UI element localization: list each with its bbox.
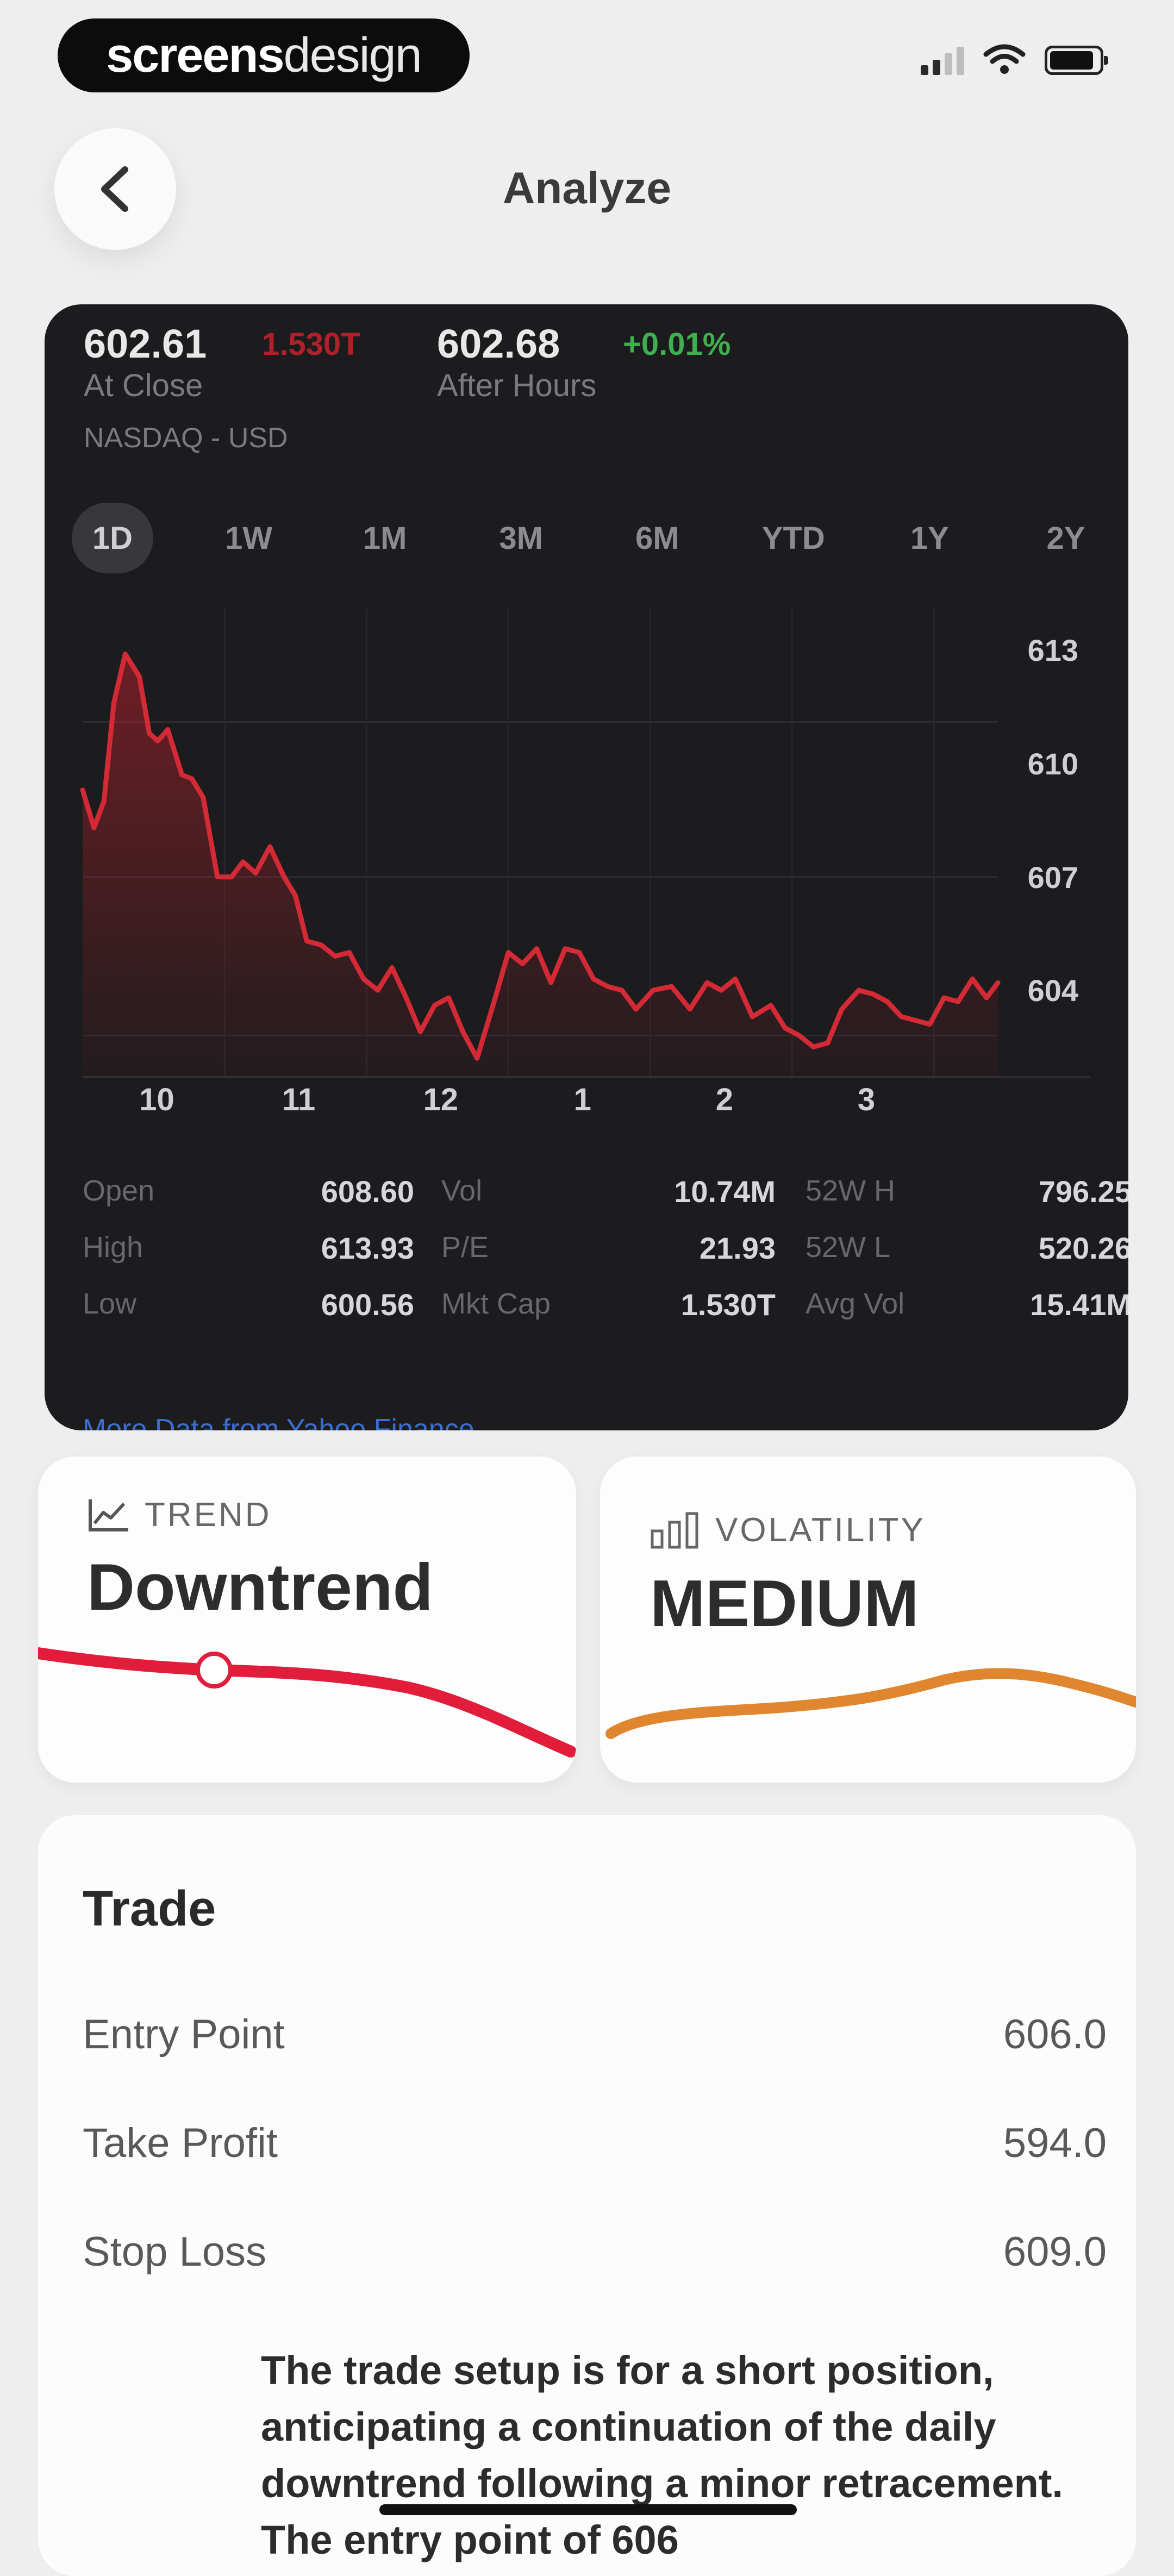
trend-card: TREND Downtrend — [38, 1456, 576, 1783]
battery-icon — [1045, 46, 1108, 75]
stop-loss-value: 609.0 — [1003, 2229, 1107, 2275]
trade-title: Trade — [83, 1881, 216, 1936]
stat-value-high: 613.93 — [321, 1231, 414, 1265]
trade-card: Trade Entry Point 606.0 Take Profit 594.… — [38, 1815, 1136, 2576]
price-area-fill — [83, 654, 998, 1077]
stat-value-52w-low: 520.26 — [1038, 1231, 1128, 1265]
stat-label-pe: P/E — [441, 1231, 489, 1264]
entry-point-label: Entry Point — [83, 2011, 285, 2058]
trend-curve — [38, 1647, 576, 1758]
take-profit-value: 594.0 — [1003, 2120, 1107, 2166]
page-title: Analyze — [503, 164, 671, 213]
volatility-card: VOLATILITY MEDIUM — [600, 1456, 1136, 1783]
take-profit-label: Take Profit — [83, 2120, 278, 2166]
stats-row-1: Open 608.60 Vol 10.74M 52W H 796.25 — [83, 1174, 1128, 1230]
wifi-icon — [983, 44, 1026, 74]
entry-point-value: 606.0 — [1003, 2011, 1107, 2058]
home-indicator[interactable] — [379, 2504, 797, 2515]
stock-chart-card: 602.61 1.530T 602.68 +0.01% At Close Aft… — [45, 304, 1128, 1430]
stats-row-3: Low 600.56 Mkt Cap 1.530T Avg Vol 15.41M — [83, 1287, 1128, 1343]
stat-value-vol: 10.74M — [674, 1174, 776, 1209]
stat-label-low: Low — [83, 1287, 137, 1320]
stat-label-52w-low: 52W L — [805, 1231, 891, 1264]
y-tick-label: 613 — [1027, 633, 1078, 668]
stat-value-open: 608.60 — [321, 1174, 414, 1209]
stats-row-2: High 613.93 P/E 21.93 52W L 520.26 — [83, 1230, 1128, 1287]
stat-value-52w-high: 796.25 — [1038, 1174, 1128, 1209]
logo-light-text: design — [283, 28, 422, 83]
x-tick-label: 11 — [282, 1082, 316, 1117]
x-tick-label: 3 — [857, 1082, 876, 1117]
volatility-curve — [605, 1668, 1136, 1739]
y-tick-label: 610 — [1027, 747, 1078, 781]
screensdesign-logo: screens design — [58, 18, 470, 92]
logo-bold-text: screens — [106, 28, 284, 83]
stat-label-mkt-cap: Mkt Cap — [441, 1287, 551, 1320]
x-tick-label: 1 — [573, 1082, 591, 1117]
stat-label-high: High — [83, 1231, 143, 1264]
y-tick-label: 604 — [1027, 973, 1078, 1008]
price-chart[interactable] — [45, 304, 1128, 1120]
trend-marker — [196, 1652, 233, 1689]
x-tick-label: 2 — [715, 1082, 734, 1117]
stat-value-pe: 21.93 — [699, 1231, 776, 1265]
trade-description: The trade setup is for a short position,… — [261, 2348, 1064, 2562]
x-tick-label: 10 — [139, 1082, 174, 1117]
stat-label-avg-vol: Avg Vol — [805, 1287, 905, 1320]
stat-value-low: 600.56 — [321, 1287, 414, 1322]
y-tick-label: 607 — [1027, 860, 1078, 895]
yahoo-finance-link[interactable]: More Data from Yahoo Finance — [83, 1413, 474, 1430]
stats-grid: Open 608.60 Vol 10.74M 52W H 796.25 High… — [83, 1174, 1128, 1343]
stat-label-vol: Vol — [441, 1174, 483, 1207]
stat-value-mkt-cap: 1.530T — [680, 1287, 776, 1322]
cellular-signal-icon — [921, 45, 964, 75]
stat-label-open: Open — [83, 1174, 155, 1207]
stat-value-avg-vol: 15.41M — [1030, 1287, 1128, 1322]
status-icons — [921, 43, 1108, 75]
x-tick-label: 12 — [423, 1082, 458, 1117]
stop-loss-label: Stop Loss — [83, 2229, 266, 2275]
stat-label-52w-high: 52W H — [805, 1174, 896, 1207]
